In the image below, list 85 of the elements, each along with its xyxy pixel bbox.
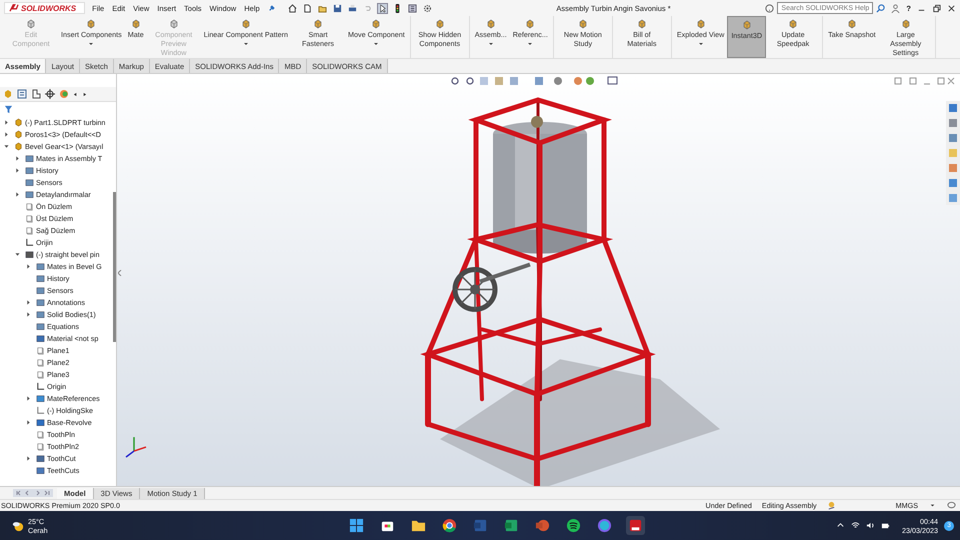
collapsed-arrow-icon[interactable]: [15, 192, 20, 196]
component-icon: [846, 19, 857, 29]
user-icon[interactable]: [891, 4, 900, 12]
scroll-left-icon[interactable]: [73, 92, 78, 96]
settings-icon[interactable]: [422, 4, 432, 12]
caret-icon[interactable]: [244, 42, 248, 46]
tab-scroll-buttons-icon[interactable]: [13, 489, 53, 497]
caret-icon[interactable]: [528, 42, 532, 46]
close-icon[interactable]: [947, 4, 956, 12]
component-icon: [696, 19, 706, 29]
help-circle-icon: [765, 4, 774, 12]
battery-icon[interactable]: [881, 521, 890, 530]
plane-icon: [36, 430, 45, 438]
caret-icon[interactable]: [698, 42, 703, 46]
collapsed-arrow-icon[interactable]: [26, 420, 31, 424]
plane-icon: [25, 214, 34, 222]
home-icon[interactable]: [288, 4, 297, 12]
wifi-icon[interactable]: [851, 521, 860, 530]
plane-icon: [36, 346, 45, 354]
cad-app-icon[interactable]: [626, 516, 645, 535]
collapsed-arrow-icon[interactable]: [26, 396, 31, 400]
collapsed-arrow-icon[interactable]: [26, 300, 31, 304]
component-icon: [86, 19, 96, 29]
heads-up-toolbar-drawing[interactable]: [451, 76, 618, 85]
collapsed-arrow-icon[interactable]: [26, 456, 31, 460]
origin-icon: [36, 382, 45, 390]
caret-icon[interactable]: [374, 42, 378, 46]
component-icon: [26, 19, 36, 29]
component-icon: [486, 19, 496, 29]
restore-icon[interactable]: [932, 4, 941, 12]
component-icon: [240, 19, 251, 29]
caret-icon[interactable]: [488, 42, 493, 46]
plane-icon: [36, 358, 45, 366]
plane-icon: [25, 226, 34, 234]
pin-icon[interactable]: [266, 4, 276, 12]
configuration-tab-icon[interactable]: [31, 89, 41, 99]
crosshair-tab-icon[interactable]: [45, 89, 55, 99]
component-icon: [434, 19, 445, 29]
new-file-icon[interactable]: [302, 4, 312, 12]
component-icon: [371, 19, 382, 29]
panel-collapse-icon[interactable]: [118, 270, 122, 276]
appearance-tab-icon[interactable]: [59, 89, 69, 99]
expanded-arrow-icon[interactable]: [4, 144, 9, 148]
viewport-window-controls-drawing[interactable]: [894, 78, 954, 84]
collapsed-arrow-icon[interactable]: [15, 168, 20, 172]
axis-triad-drawing: [126, 437, 146, 458]
collapsed-arrow-icon[interactable]: [4, 132, 9, 136]
component-icon: [578, 19, 588, 29]
caret-icon[interactable]: [89, 42, 94, 46]
browser-icon[interactable]: [440, 516, 459, 535]
origin-icon: [25, 238, 34, 246]
component-icon: [525, 19, 536, 29]
traffic-light-icon[interactable]: [392, 4, 402, 12]
component-icon: [900, 19, 911, 29]
component-icon: [742, 20, 752, 30]
component-icon: [130, 19, 141, 29]
music-player-icon[interactable]: [564, 516, 583, 535]
collapsed-arrow-icon[interactable]: [4, 120, 9, 124]
plane-icon: [36, 370, 45, 378]
component-icon: [313, 19, 324, 29]
component-icon: [168, 19, 179, 29]
moon-cloud-icon: [12, 520, 24, 532]
collapsed-arrow-icon[interactable]: [26, 264, 31, 268]
search-icon[interactable]: [876, 4, 886, 12]
list-tab-icon[interactable]: [17, 89, 27, 99]
cursor-icon[interactable]: [378, 4, 387, 12]
plane-icon: [36, 442, 45, 450]
print-icon[interactable]: [348, 4, 357, 12]
plane-icon: [25, 202, 34, 210]
collapsed-arrow-icon[interactable]: [26, 312, 31, 316]
save-icon[interactable]: [332, 4, 342, 12]
component-icon: [636, 19, 647, 29]
scroll-right-icon[interactable]: [82, 92, 87, 96]
windows-start-icon[interactable]: [347, 516, 366, 535]
collapsed-arrow-icon[interactable]: [15, 156, 20, 160]
logo-text: SOLIDWORKS: [21, 4, 76, 12]
expanded-arrow-icon[interactable]: [15, 252, 20, 256]
scrollbar[interactable]: [113, 192, 116, 342]
component-icon: [788, 19, 798, 29]
ds-logo-icon: [9, 4, 19, 12]
file-properties-icon[interactable]: [408, 4, 417, 12]
design-app-icon[interactable]: [595, 516, 614, 535]
filter-icon[interactable]: [4, 105, 13, 114]
open-folder-icon[interactable]: [318, 4, 327, 12]
speaker-icon[interactable]: [866, 521, 876, 530]
